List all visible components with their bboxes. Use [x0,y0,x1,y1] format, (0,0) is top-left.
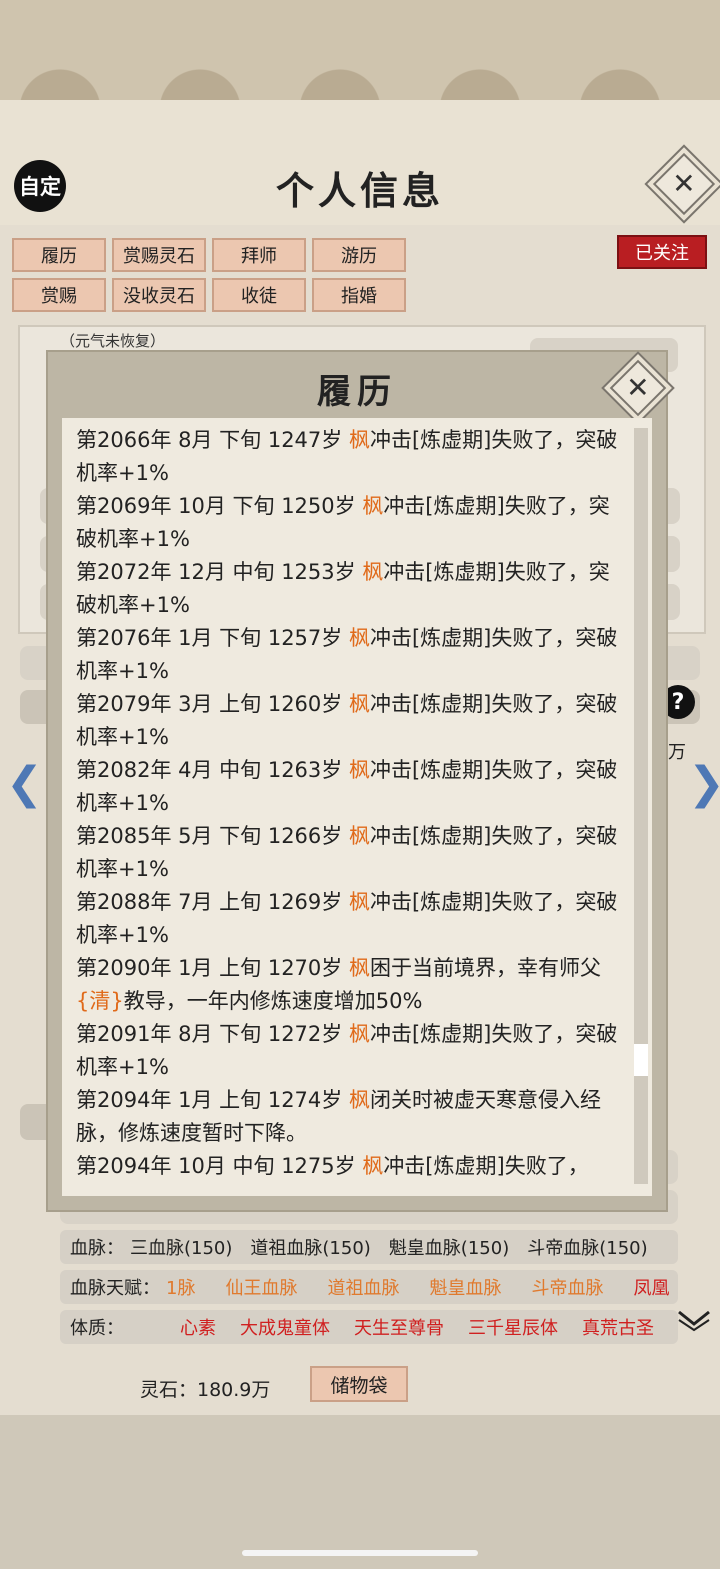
history-entry: 第2094年 10月 中旬 1275岁 枫冲击[炼虚期]失败了， [76,1154,589,1178]
history-entry: 第2091年 8月 下旬 1272岁 枫冲击[炼虚期]失败了，突破机率+1% [76,1022,618,1079]
bloodline-item: 魁皇血脉(150) [388,1238,510,1259]
physique-row: 体质： 心素 大成鬼童体 天生至尊骨 三千星辰体 真荒古圣 [60,1310,678,1344]
bloodline-label: 血脉： [70,1238,124,1259]
character-name: 枫 [348,692,370,716]
master-name: {清} [76,989,124,1013]
tab-travel[interactable]: 游历 [312,238,406,272]
bloodline-talent-item: 斗帝血脉 [531,1278,604,1299]
bloodline-item: 道祖血脉(150) [250,1238,371,1259]
help-icon[interactable]: ? [661,685,695,719]
page-title: 个人信息 [275,168,444,213]
close-icon: ✕ [672,167,696,200]
history-entry: 第2094年 1月 上旬 1274岁 枫闭关时被虚天寒意侵入经脉，修炼速度暂时下… [76,1088,601,1145]
tab-history[interactable]: 履历 [12,238,106,272]
character-name: 枫 [348,626,370,650]
character-name: 枫 [348,1022,370,1046]
custom-button[interactable]: 自定 [14,160,66,212]
history-entry: 第2069年 10月 下旬 1250岁 枫冲击[炼虚期]失败了，突破机率+1% [76,494,610,551]
top-decorative-band [0,0,720,100]
chevron-down-icon[interactable] [676,1308,712,1332]
spirit-stones-count: 灵石：180.9万 [140,1379,271,1401]
physique-item: 三千星辰体 [468,1318,558,1339]
character-name: 枫 [362,1154,384,1178]
physique-item: 天生至尊骨 [354,1318,444,1339]
tab-arrange-marriage[interactable]: 指婚 [312,278,406,312]
bloodline-talent-row: 血脉天赋： 1脉 仙王血脉 道祖血脉 魁皇血脉 斗帝血脉 凤凰 [60,1270,678,1304]
history-entry: 第2085年 5月 下旬 1266岁 枫冲击[炼虚期]失败了，突破机率+1% [76,824,618,881]
tab-confiscate-stones[interactable]: 没收灵石 [112,278,206,312]
previous-arrow-icon[interactable]: ❮ [6,758,43,809]
tab-reward-stones[interactable]: 赏赐灵石 [112,238,206,272]
bloodline-talent-label: 血脉天赋： [70,1278,160,1299]
character-name: 枫 [348,956,370,980]
bloodline-talent-item: 仙王血脉 [225,1278,298,1299]
next-arrow-icon[interactable]: ❯ [688,758,720,809]
history-entry: 第2072年 12月 中旬 1253岁 枫冲击[炼虚期]失败了，突破机率+1% [76,560,610,617]
unit-label: 万 [668,742,686,763]
character-name: 枫 [348,1088,370,1112]
scrollbar-thumb[interactable] [634,1044,648,1076]
physique-item: 大成鬼童体 [240,1318,330,1339]
bloodline-talent-item: 1脉 [166,1278,196,1299]
tab-apprentice-master[interactable]: 拜师 [212,238,306,272]
character-name: 枫 [348,758,370,782]
character-name: 枫 [362,560,384,584]
history-list-container[interactable]: 第2066年 8月 下旬 1247岁 枫冲击[炼虚期]失败了，突破机率+1% 第… [62,418,652,1196]
character-name: 枫 [362,494,384,518]
history-entry: 第2066年 8月 下旬 1247岁 枫冲击[炼虚期]失败了，突破机率+1% [76,428,618,485]
character-name: 枫 [348,428,370,452]
history-modal: 履历 ✕ 第2066年 8月 下旬 1247岁 枫冲击[炼虚期]失败了，突破机率… [48,352,667,1210]
history-entry: 第2076年 1月 下旬 1257岁 枫冲击[炼虚期]失败了，突破机率+1% [76,626,618,683]
bloodline-talent-item: 凤凰 [633,1278,670,1299]
vitality-status: （元气未恢复） [60,332,166,350]
tab-take-disciple[interactable]: 收徒 [212,278,306,312]
bloodline-talent-item: 魁皇血脉 [429,1278,502,1299]
bloodline-item: 三血脉(150) [130,1238,233,1259]
history-entry: 第2079年 3月 上旬 1260岁 枫冲击[炼虚期]失败了，突破机率+1% [76,692,618,749]
tab-reward[interactable]: 赏赐 [12,278,106,312]
followed-button[interactable]: 已关注 [617,235,707,269]
physique-item: 心素 [180,1318,216,1339]
bottom-area [0,1415,720,1569]
physique-item: 真荒古圣 [582,1318,654,1339]
character-name: 枫 [348,824,370,848]
character-name: 枫 [348,890,370,914]
home-indicator[interactable] [242,1550,478,1556]
history-list: 第2066年 8月 下旬 1247岁 枫冲击[炼虚期]失败了，突破机率+1% 第… [76,424,628,1183]
bloodline-talent-item: 道祖血脉 [327,1278,400,1299]
history-entry: 第2088年 7月 上旬 1269岁 枫冲击[炼虚期]失败了，突破机率+1% [76,890,618,947]
history-entry: 第2090年 1月 上旬 1270岁 枫困于当前境界，幸有师父{清}教导，一年内… [76,956,601,1013]
close-icon: ✕ [626,371,650,404]
bloodline-item: 斗帝血脉(150) [527,1238,648,1259]
history-entry: 第2082年 4月 中旬 1263岁 枫冲击[炼虚期]失败了，突破机率+1% [76,758,618,815]
bloodline-row: 血脉： 三血脉(150) 道祖血脉(150) 魁皇血脉(150) 斗帝血脉(15… [60,1230,678,1264]
physique-label: 体质： [70,1318,124,1339]
storage-bag-button[interactable]: 储物袋 [310,1366,408,1402]
modal-title: 履历 [317,372,397,412]
